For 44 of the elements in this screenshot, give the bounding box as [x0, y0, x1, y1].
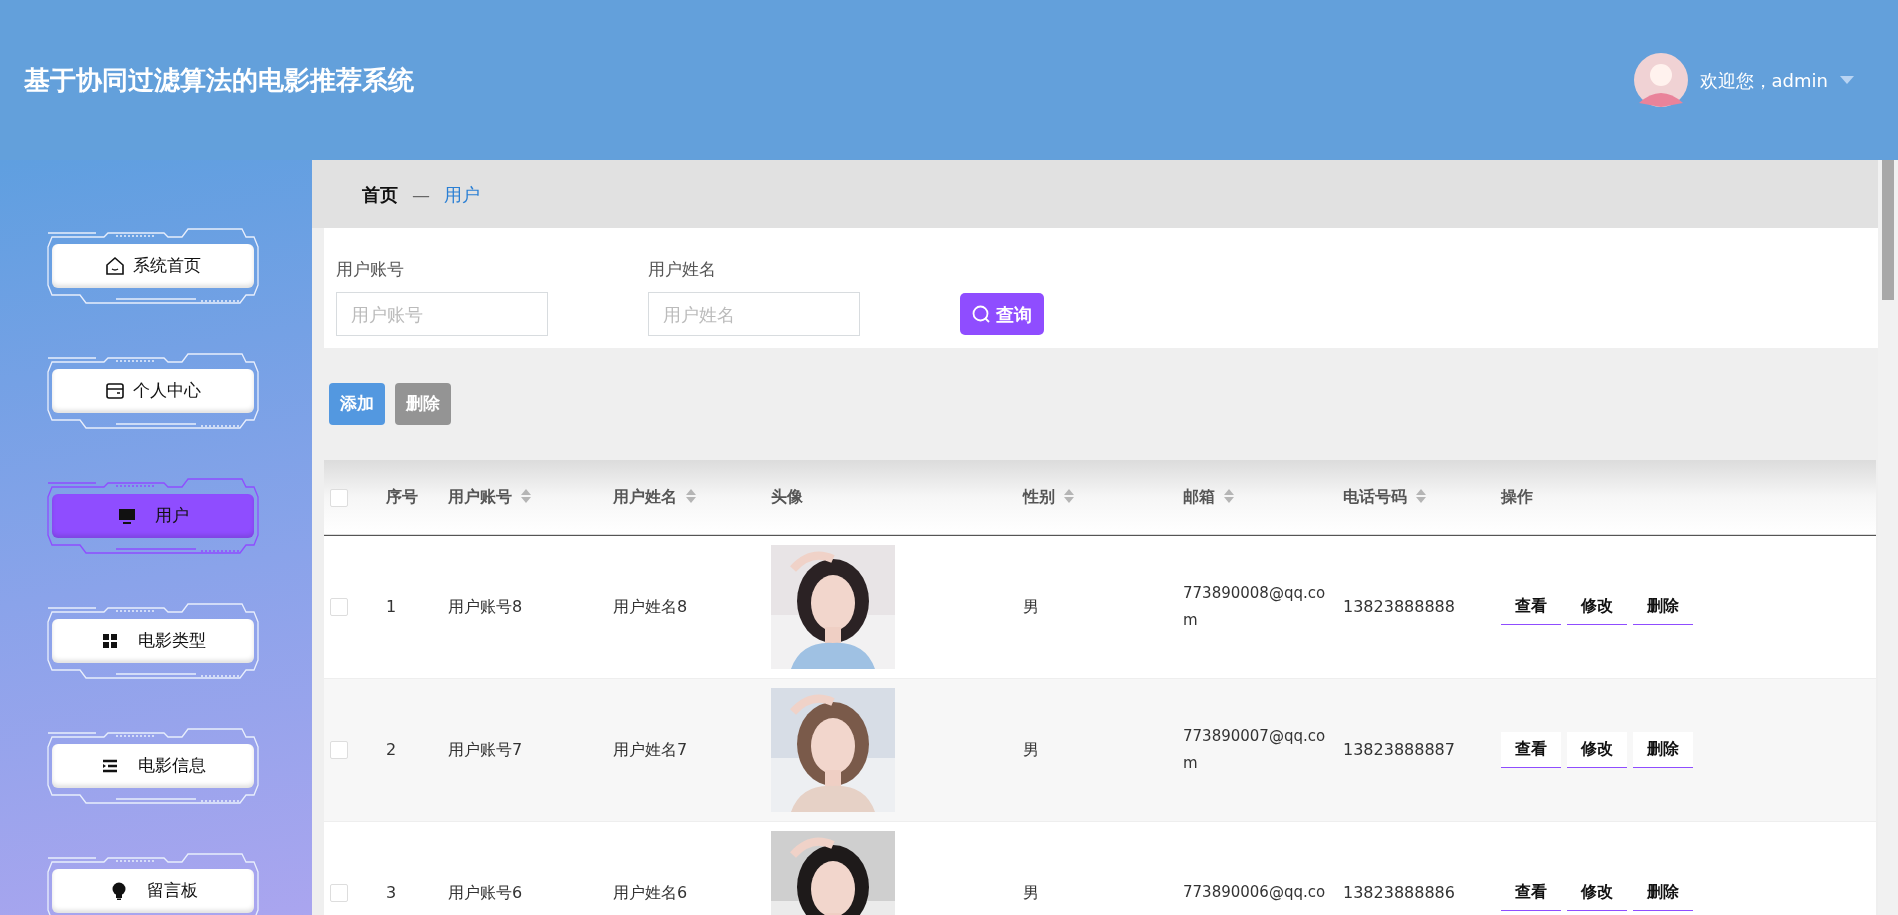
column-header: 用户账号 — [448, 487, 512, 507]
table-cell-text: 773890008@qq.com — [1183, 583, 1327, 631]
app-title: 基于协同过滤算法的电影推荐系统 — [24, 63, 414, 97]
input-field[interactable]: 用户账号 — [336, 292, 548, 336]
table-cell: 男 — [1023, 882, 1039, 902]
table-cell: 13823888887 — [1343, 739, 1455, 759]
table-cell: 男 — [1023, 596, 1039, 616]
table-cell: 3 — [386, 882, 397, 902]
menu-item[interactable]: 留言板 — [52, 869, 254, 913]
menu-item[interactable]: 个人中心 — [52, 369, 254, 413]
delete-button[interactable]: 删除 — [1633, 731, 1693, 768]
field-label: 用户姓名 — [648, 257, 717, 281]
field-label: 用户账号 — [336, 257, 405, 281]
table-cell: 13823888886 — [1343, 882, 1455, 902]
menu-item[interactable]: 系统首页 — [52, 244, 254, 288]
table-cell-text: 773890006@qq.co — [1183, 882, 1327, 904]
table-cell: 2 — [386, 739, 397, 759]
column-header: 序号 — [386, 487, 418, 507]
edit-button[interactable]: 修改 — [1567, 731, 1627, 768]
table-cell: 男 — [1023, 739, 1039, 759]
menu-item[interactable]: 用户 — [52, 494, 254, 538]
breadcrumb-item[interactable]: 首页 — [362, 180, 398, 208]
column-header: 电话号码 — [1343, 487, 1407, 507]
column-header: 用户姓名 — [613, 487, 677, 507]
view-button[interactable]: 查看 — [1501, 731, 1561, 768]
table-cell: 用户账号6 — [448, 882, 523, 902]
table-cell: 用户账号8 — [448, 596, 523, 616]
table-cell: 1 — [386, 596, 397, 616]
column-header: 邮箱 — [1183, 487, 1215, 507]
table-cell: 用户姓名6 — [613, 882, 688, 902]
welcome-text: 欢迎您，admin — [1699, 68, 1828, 93]
breadcrumb-separator: — — [412, 182, 430, 207]
column-header: 操作 — [1501, 487, 1533, 507]
table-cell: 用户账号7 — [448, 739, 523, 759]
column-header: 头像 — [771, 487, 803, 507]
column-header: 性别 — [1023, 487, 1055, 507]
table-cell-text: 773890007@qq.com — [1183, 726, 1327, 774]
menu-item[interactable]: 电影信息 — [52, 744, 254, 788]
table-cell: 用户姓名7 — [613, 739, 688, 759]
menu-item[interactable]: 电影类型 — [52, 619, 254, 663]
input-field[interactable]: 用户姓名 — [648, 292, 860, 336]
table-cell: 13823888888 — [1343, 596, 1455, 616]
search-button[interactable]: 查询 — [960, 293, 1044, 335]
table-cell: 用户姓名8 — [613, 596, 688, 616]
